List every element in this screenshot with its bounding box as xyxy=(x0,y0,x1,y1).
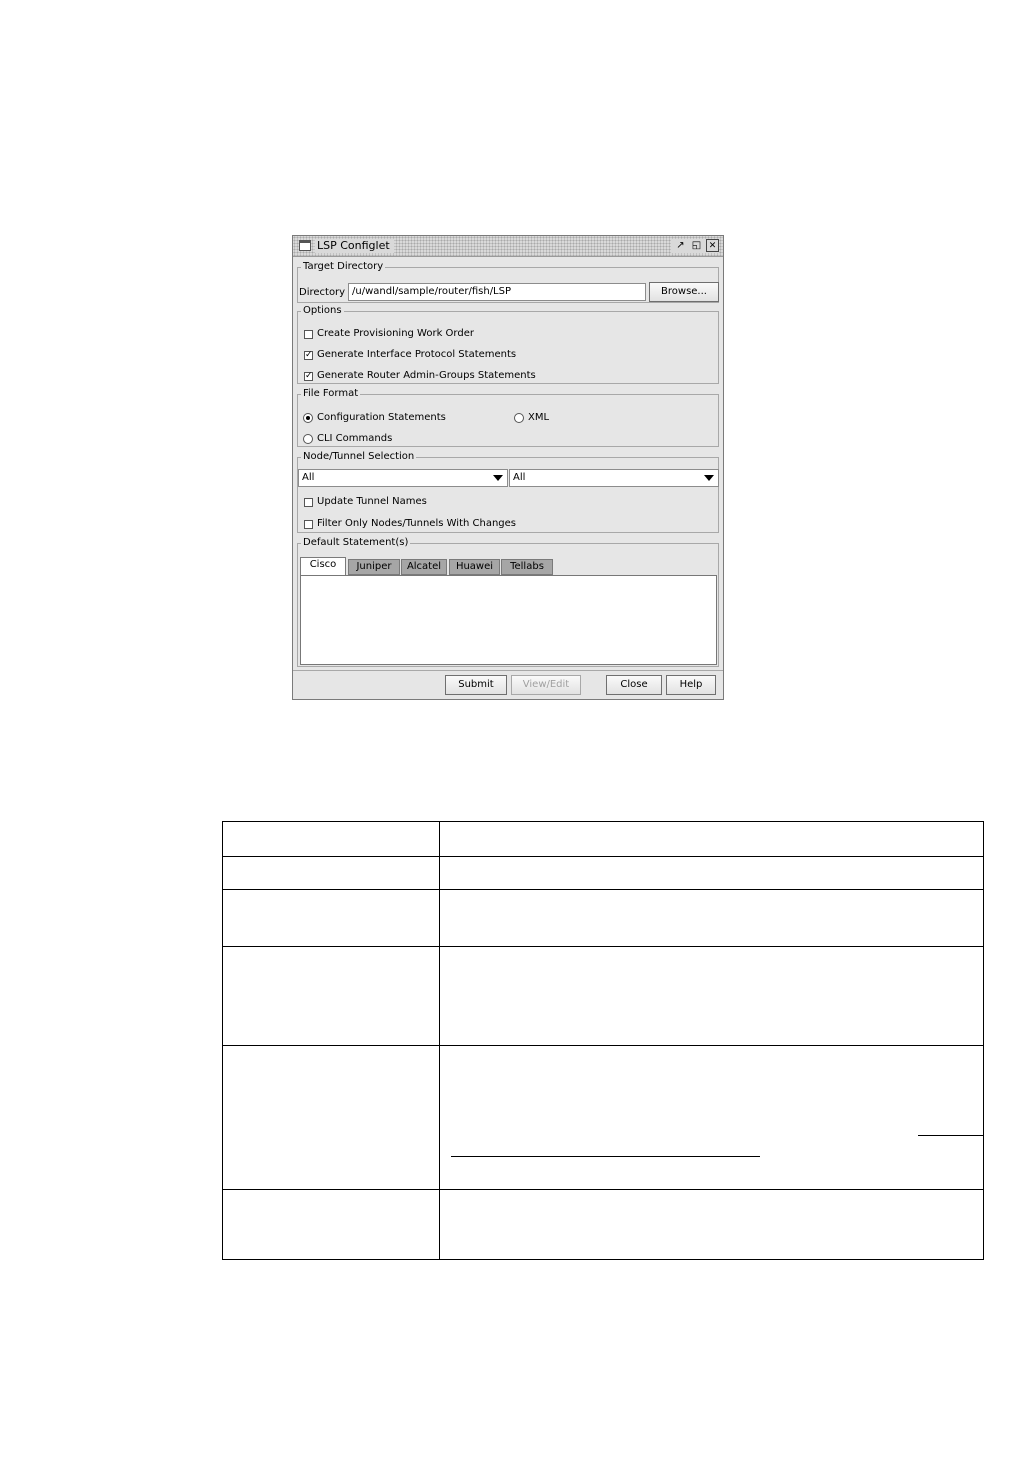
window-title: LSP Configlet xyxy=(315,239,394,253)
target-directory-legend: Target Directory xyxy=(303,261,384,272)
lsp-configlet-dialog: LSP Configlet ↗ ◱ ✕ Target Directory Dir… xyxy=(292,235,724,700)
table-row xyxy=(222,1045,984,1190)
node-combo[interactable]: All xyxy=(298,469,508,487)
table-cell xyxy=(222,1045,440,1190)
file-format-legend: File Format xyxy=(303,388,359,399)
tab-tellabs[interactable]: Tellabs xyxy=(501,559,553,575)
table-row xyxy=(222,821,984,857)
tab-cisco[interactable]: Cisco xyxy=(300,557,346,575)
table-row xyxy=(222,889,984,947)
close-button[interactable]: Close xyxy=(606,675,662,695)
target-directory-group: Target Directory Directory : /u/wandl/sa… xyxy=(297,261,719,303)
xml-label: XML xyxy=(528,412,550,423)
table-cell xyxy=(222,946,440,1046)
filter-changes-label: Filter Only Nodes/Tunnels With Changes xyxy=(317,518,517,529)
table-cell xyxy=(439,946,984,1046)
chevron-down-icon xyxy=(704,475,714,481)
window-controls: ↗ ◱ ✕ xyxy=(671,239,719,253)
admin-groups-checkbox[interactable]: ✓ xyxy=(304,372,313,381)
default-statements-legend: Default Statement(s) xyxy=(303,537,409,548)
node-tunnel-selection-legend: Node/Tunnel Selection xyxy=(303,451,415,462)
help-button[interactable]: Help xyxy=(666,675,716,695)
table-row xyxy=(222,1189,984,1260)
chevron-down-icon xyxy=(493,475,503,481)
title-bar[interactable]: LSP Configlet ↗ ◱ ✕ xyxy=(293,236,723,257)
table-cell xyxy=(222,889,440,947)
xml-radio[interactable] xyxy=(514,413,524,423)
table-cell xyxy=(439,821,984,857)
table-cell xyxy=(222,1189,440,1260)
create-work-order-checkbox[interactable] xyxy=(304,330,313,339)
tab-juniper[interactable]: Juniper xyxy=(348,559,400,575)
interface-protocol-label: Generate Interface Protocol Statements xyxy=(317,349,517,360)
link-underline[interactable] xyxy=(451,1156,760,1157)
restore-icon[interactable]: ↗ xyxy=(674,239,687,252)
submit-button[interactable]: Submit xyxy=(445,675,507,695)
tab-huawei[interactable]: Huawei xyxy=(449,559,500,575)
admin-groups-label: Generate Router Admin-Groups Statements xyxy=(317,370,536,381)
configuration-statements-label: Configuration Statements xyxy=(317,412,446,423)
options-group: Options Create Provisioning Work Order ✓… xyxy=(297,305,719,384)
footer-divider xyxy=(293,670,723,671)
default-statements-textarea[interactable] xyxy=(300,575,717,665)
file-format-group: File Format Configuration Statements XML… xyxy=(297,388,719,447)
create-work-order-label: Create Provisioning Work Order xyxy=(317,328,474,339)
cli-commands-radio[interactable] xyxy=(303,434,313,444)
table-cell xyxy=(222,821,440,857)
node-tunnel-selection-group: Node/Tunnel Selection All All Update Tun… xyxy=(297,451,719,533)
close-icon[interactable]: ✕ xyxy=(706,239,719,252)
maximize-icon[interactable]: ◱ xyxy=(690,239,703,252)
window-icon xyxy=(299,240,311,251)
cli-commands-label: CLI Commands xyxy=(317,433,393,444)
node-combo-value: All xyxy=(302,472,315,483)
table-cell xyxy=(439,1189,984,1260)
tunnel-combo-value: All xyxy=(513,472,526,483)
tunnel-combo[interactable]: All xyxy=(509,469,719,487)
configuration-statements-radio[interactable] xyxy=(303,413,313,423)
default-statements-group: Default Statement(s) Cisco Juniper Alcat… xyxy=(297,537,719,667)
directory-label: Directory : xyxy=(299,287,352,298)
directory-field[interactable]: /u/wandl/sample/router/fish/LSP xyxy=(348,283,646,301)
view-edit-button[interactable]: View/Edit xyxy=(511,675,581,695)
options-legend: Options xyxy=(303,305,342,316)
table-cell xyxy=(439,856,984,890)
filter-changes-checkbox[interactable] xyxy=(304,520,313,529)
browse-button[interactable]: Browse... xyxy=(649,282,719,302)
table-cell xyxy=(439,1045,984,1190)
interface-protocol-checkbox[interactable]: ✓ xyxy=(304,351,313,360)
update-tunnel-names-label: Update Tunnel Names xyxy=(317,496,427,507)
update-tunnel-names-checkbox[interactable] xyxy=(304,498,313,507)
table-cell xyxy=(439,889,984,947)
table-row xyxy=(222,856,984,890)
description-table xyxy=(222,821,984,1260)
tab-alcatel[interactable]: Alcatel xyxy=(401,559,447,575)
table-cell xyxy=(222,856,440,890)
table-row xyxy=(222,946,984,1046)
link-underline[interactable] xyxy=(918,1135,983,1136)
